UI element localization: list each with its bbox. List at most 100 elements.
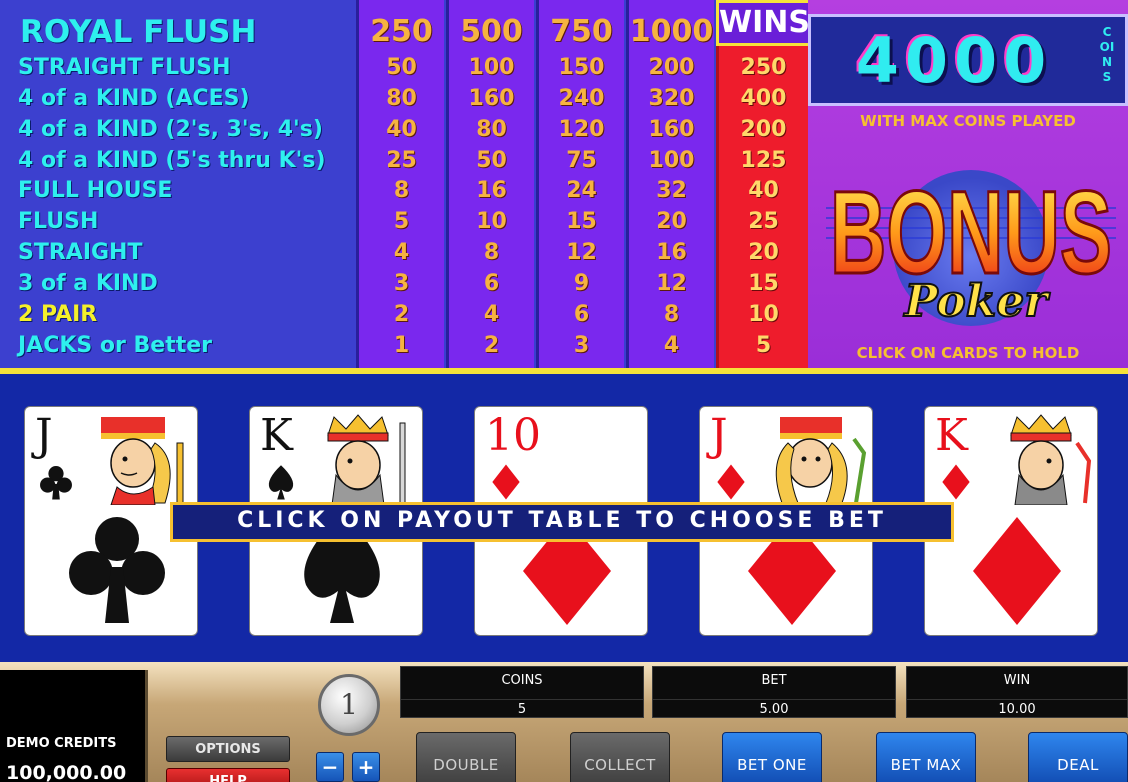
collect-button[interactable]: COLLECT [570, 732, 670, 782]
bonus-poker-logo: BONUS Poker [826, 166, 1116, 328]
logo-panel: 4000 COINS WITH MAX COINS PLAYED BONUS P… [808, 0, 1128, 368]
help-button[interactable]: HELP [166, 768, 290, 782]
card-rank: J [35, 410, 53, 461]
payout-value: 3 [573, 333, 590, 358]
club-icon [40, 466, 72, 500]
payout-value: 12 [566, 240, 597, 265]
hand-name-flush: FLUSH [18, 209, 99, 234]
payout-value: 75 [566, 148, 597, 173]
payout-table[interactable]: ROYAL FLUSH STRAIGHT FLUSH 4 of a KIND (… [0, 0, 826, 368]
hand-name-straight-flush: STRAIGHT FLUSH [18, 55, 231, 80]
king-face-icon [327, 414, 406, 505]
control-panel: DEMO CREDITS 100,000.00 OPTIONS HELP 1 −… [0, 662, 1128, 782]
payout-value: 250 [740, 55, 787, 80]
payout-column-4-coins[interactable]: 1000 200 320 160 100 32 20 16 12 8 4 [626, 0, 714, 368]
diamond-icon [717, 464, 745, 500]
win-display: WIN 10.00 [906, 666, 1128, 718]
payout-value: 2 [393, 302, 410, 327]
hand-name-two-pair: 2 PAIR [18, 302, 98, 327]
payout-column-1-coin[interactable]: 250 50 80 40 25 8 5 4 3 2 1 [356, 0, 444, 368]
deal-button[interactable]: DEAL [1028, 732, 1128, 782]
payout-value: 15 [748, 271, 779, 296]
win-value: 10.00 [907, 699, 1127, 717]
credits-value: 100,000.00 [6, 762, 127, 782]
diamond-icon [973, 517, 1061, 625]
hand-names-column: ROYAL FLUSH STRAIGHT FLUSH 4 of a KIND (… [0, 0, 356, 368]
payout-value: 16 [656, 240, 687, 265]
payout-value: 200 [648, 55, 695, 80]
hand-name-three-kind: 3 of a KIND [18, 271, 158, 296]
coins-label: COINS [501, 673, 543, 688]
diamond-icon [942, 464, 970, 500]
payout-value: 5 [393, 209, 410, 234]
card-rank: K [260, 410, 293, 461]
payout-value: 6 [483, 271, 500, 296]
jack-face-icon [101, 417, 184, 505]
payout-value: 150 [558, 55, 605, 80]
options-button[interactable]: OPTIONS [166, 736, 290, 762]
payout-value: 200 [740, 117, 787, 142]
card-rank: K [935, 410, 968, 461]
bet-max-button[interactable]: BET MAX [876, 732, 976, 782]
payout-value: 2 [483, 333, 500, 358]
payout-value: 15 [566, 209, 597, 234]
payout-value: 500 [460, 14, 523, 49]
payout-value: 50 [476, 148, 507, 173]
payout-value: 320 [648, 86, 695, 111]
credits-label: DEMO CREDITS [6, 736, 117, 751]
credits-display: DEMO CREDITS 100,000.00 [0, 670, 148, 782]
card-area: J K 10 J K CLICK ON PAYOUT TABLE TO CHOO… [0, 374, 1128, 662]
top-win-display: 4000 COINS [808, 14, 1128, 106]
payout-value: 20 [656, 209, 687, 234]
payout-value: 12 [656, 271, 687, 296]
hold-instruction: CLICK ON CARDS TO HOLD [856, 344, 1080, 362]
payout-value: 120 [558, 117, 605, 142]
payout-value: 5 [755, 333, 772, 358]
payout-value: 1 [393, 333, 410, 358]
hand-name-straight: STRAIGHT [18, 240, 143, 265]
payout-value: 40 [748, 178, 779, 203]
payout-value: 8 [483, 240, 500, 265]
payout-value: 16 [476, 178, 507, 203]
jack-face-icon [775, 417, 867, 504]
coins-value: 5 [401, 699, 643, 717]
coins-display: COINS 5 [400, 666, 644, 718]
payout-value: 4 [663, 333, 680, 358]
payout-value: 9 [573, 271, 590, 296]
payout-value: 25 [386, 148, 417, 173]
payout-value: 160 [648, 117, 695, 142]
payout-value: 6 [573, 302, 590, 327]
payout-value: 80 [386, 86, 417, 111]
payout-value: 750 [550, 14, 613, 49]
payout-value: 24 [566, 178, 597, 203]
payout-value: 8 [663, 302, 680, 327]
coin-value-chip[interactable]: 1 [318, 674, 380, 736]
payout-column-wins[interactable]: 250 400 200 125 40 25 20 15 10 5 [716, 0, 808, 368]
payout-value: 4 [483, 302, 500, 327]
bet-one-button[interactable]: BET ONE [722, 732, 822, 782]
payout-value: 10 [748, 302, 779, 327]
payout-value: 250 [370, 14, 433, 49]
logo-sub: Poker [903, 276, 1051, 327]
double-button[interactable]: DOUBLE [416, 732, 516, 782]
payout-value: 3 [393, 271, 410, 296]
payout-column-3-coins[interactable]: 750 150 240 120 75 24 15 12 9 6 3 [536, 0, 624, 368]
card-rank: 10 [485, 410, 541, 461]
club-icon [69, 517, 165, 623]
increase-coin-button[interactable]: + [352, 752, 380, 782]
payout-column-2-coins[interactable]: 500 100 160 80 50 16 10 8 6 4 2 [446, 0, 534, 368]
spade-icon [268, 465, 294, 500]
payout-value: 240 [558, 86, 605, 111]
payout-value: 4 [393, 240, 410, 265]
payout-value: 10 [476, 209, 507, 234]
payout-value: 40 [386, 117, 417, 142]
hand-name-royal-flush: ROYAL FLUSH [20, 14, 257, 50]
hand-name-jacks-or-better: JACKS or Better [18, 333, 213, 358]
message-banner: CLICK ON PAYOUT TABLE TO CHOOSE BET [170, 502, 954, 542]
hand-name-four-5s-ks: 4 of a KIND (5's thru K's) [18, 148, 326, 173]
bet-display: BET 5.00 [652, 666, 896, 718]
video-poker-window: ROYAL FLUSH STRAIGHT FLUSH 4 of a KIND (… [0, 0, 1128, 782]
decrease-coin-button[interactable]: − [316, 752, 344, 782]
win-label: WIN [1003, 673, 1031, 688]
payout-value: 80 [476, 117, 507, 142]
